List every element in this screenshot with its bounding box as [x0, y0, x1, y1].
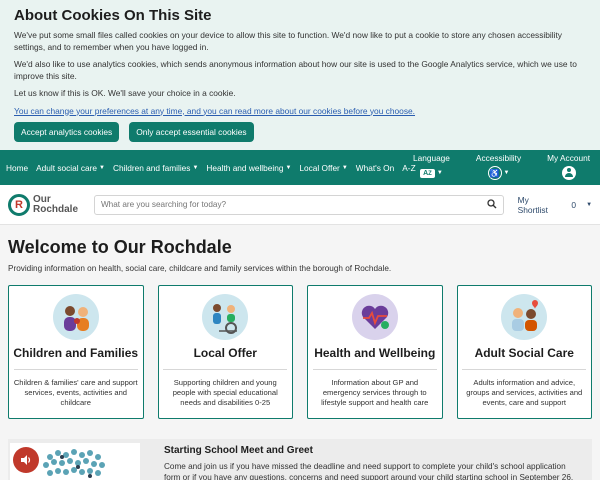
elderly-care-icon — [501, 294, 548, 340]
divider — [163, 369, 288, 370]
card-title: Health and Wellbeing — [314, 346, 436, 360]
search-icon[interactable] — [487, 198, 497, 211]
divider — [13, 369, 138, 370]
accessibility-icon: ♿ — [487, 166, 502, 180]
caret-down-icon: ▼ — [192, 164, 199, 171]
caret-down-icon: ▼ — [285, 164, 292, 171]
caret-down-icon: ▼ — [436, 170, 443, 176]
card-title: Children and Families — [13, 346, 139, 360]
feature-title: Starting School Meet and Greet — [164, 445, 313, 456]
search-input[interactable] — [100, 200, 487, 209]
header-bar: R OurRochdale My Shortlist 0 ▼ — [0, 185, 600, 225]
card-health-wellbeing[interactable]: Health and Wellbeing Information about G… — [307, 285, 443, 419]
nav-children-families[interactable]: Children and families ▼ — [113, 163, 198, 173]
logo-text-line2: Rochdale — [33, 203, 79, 215]
caret-down-icon: ▼ — [341, 164, 348, 171]
accessibility-menu[interactable]: Accessibility ♿ ▼ — [476, 153, 521, 180]
card-description: Children & families' care and support se… — [13, 378, 138, 407]
accept-essential-button[interactable]: Only accept essential cookies — [129, 121, 254, 142]
card-description: Information about GP and emergency servi… — [321, 378, 429, 407]
main-nav: Home Adult social care ▼ Children and fam… — [0, 150, 600, 185]
cookie-text-1: We've put some small files called cookie… — [14, 30, 562, 52]
card-title: Adult Social Care — [474, 346, 574, 360]
account-menu[interactable]: My Account — [547, 153, 590, 180]
caret-down-icon: ▼ — [99, 164, 105, 171]
page-title: Welcome to Our Rochdale — [8, 237, 232, 257]
search-box — [93, 194, 504, 215]
card-children-families[interactable]: Children and Families Children & familie… — [8, 285, 144, 419]
nav-label: Children and families — [112, 162, 191, 173]
nav-label: Local Offer — [299, 162, 340, 173]
nav-adult-social-care[interactable]: Adult social care ▼ — [36, 163, 105, 173]
shortlist-button[interactable]: My Shortlist 0 ▼ — [518, 195, 592, 215]
nav-local-offer[interactable]: Local Offer ▼ — [299, 163, 347, 173]
accessibility-label: Accessibility — [475, 153, 522, 163]
nav-label: Health and wellbeing — [206, 162, 284, 173]
translate-icon: AZ — [420, 168, 435, 178]
site-logo[interactable]: R Our Rochdale — [8, 193, 94, 216]
nav-label: Adult social care — [36, 162, 98, 173]
logo-text-line1: Our — [33, 193, 51, 205]
caret-down-icon: ▼ — [586, 201, 593, 208]
wheelchair-people-icon — [202, 294, 249, 340]
divider — [312, 369, 437, 370]
cookie-preferences-link[interactable]: You can change your preferences at any t… — [14, 106, 586, 116]
cookie-text-3: Let us know if this is OK. We'll save yo… — [14, 88, 236, 98]
card-local-offer[interactable]: Local Offer Supporting children and youn… — [157, 285, 293, 419]
nav-home[interactable]: Home — [6, 163, 28, 173]
divider — [462, 369, 587, 370]
accept-analytics-button[interactable]: Accept analytics cookies — [14, 121, 120, 142]
cookie-text-2: We'd also like to use analytics cookies,… — [14, 59, 577, 81]
card-adult-social-care[interactable]: Adult Social Care Adults information and… — [456, 285, 592, 419]
cookie-banner: About Cookies On This Site We've put som… — [0, 0, 600, 150]
account-label: My Account — [547, 153, 590, 163]
family-icon — [52, 294, 99, 340]
language-label: Language — [413, 153, 450, 163]
logo-mark-icon: R — [8, 193, 30, 216]
card-description: Supporting children and young people wit… — [172, 378, 278, 407]
shortlist-count: 0 — [571, 199, 577, 210]
feature-image — [10, 443, 140, 480]
news-feature[interactable]: Starting School Meet and Greet Come and … — [8, 439, 592, 480]
feature-text: Come and join us if you have missed the … — [164, 462, 574, 480]
heart-health-icon — [351, 294, 398, 340]
shortlist-label: My Shortlist — [517, 194, 548, 215]
user-icon — [561, 166, 576, 180]
nav-whats-on[interactable]: What's On — [356, 163, 394, 173]
card-description: Adults information and advice, groups an… — [466, 378, 583, 407]
speaker-icon[interactable] — [13, 447, 39, 473]
cookie-title: About Cookies On This Site — [14, 7, 212, 24]
card-title: Local Offer — [193, 346, 257, 360]
language-menu[interactable]: Language AZ ▼ — [413, 153, 450, 180]
page-intro: Providing information on health, social … — [8, 264, 392, 273]
nav-health-wellbeing[interactable]: Health and wellbeing ▼ — [206, 163, 291, 173]
caret-down-icon: ▼ — [503, 170, 510, 176]
